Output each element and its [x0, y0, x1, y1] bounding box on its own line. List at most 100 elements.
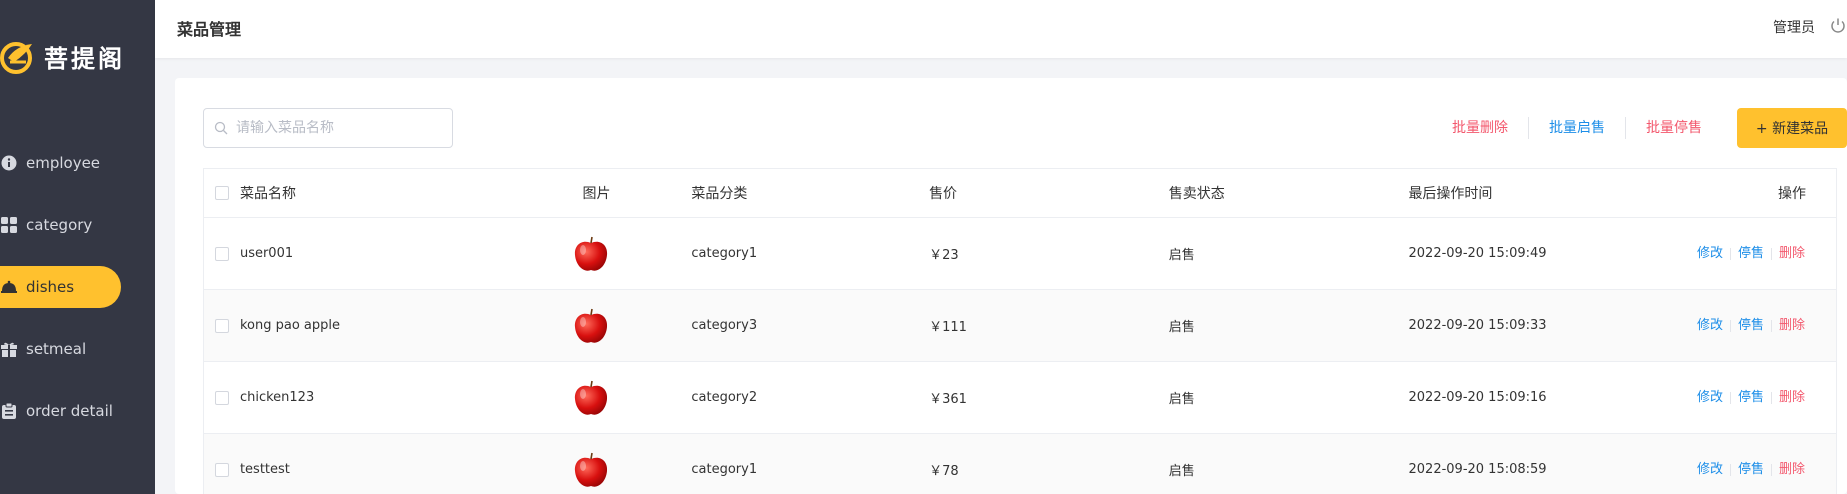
- info-icon: [0, 154, 18, 172]
- dish-updated-time: 2022-09-20 15:09:33: [1408, 318, 1547, 333]
- edit-button[interactable]: 修改: [1690, 462, 1730, 477]
- brand-logo[interactable]: 菩提阁: [0, 36, 125, 76]
- dish-status: 启售: [1168, 248, 1195, 263]
- batch-delete-button[interactable]: 批量删除: [1432, 117, 1528, 139]
- batch-enable-button[interactable]: 批量启售: [1529, 117, 1625, 139]
- dish-name: chicken123: [239, 390, 315, 405]
- batch-disable-button[interactable]: 批量停售: [1626, 117, 1722, 139]
- dish-cover-icon: [0, 278, 18, 296]
- edit-button[interactable]: 修改: [1690, 318, 1730, 333]
- edit-button[interactable]: 修改: [1690, 246, 1730, 261]
- column-header-price: 售价: [929, 186, 958, 202]
- column-header-actions: 操作: [1678, 183, 1836, 203]
- delete-button[interactable]: 删除: [1772, 390, 1812, 405]
- gift-icon: [0, 340, 18, 358]
- dish-name: user001: [239, 246, 294, 261]
- column-header-image-label: 图片: [582, 186, 611, 202]
- delete-button[interactable]: 删除: [1772, 462, 1812, 477]
- sidebar-item-label: setmeal: [26, 340, 87, 358]
- column-header-name: 菜品名称: [239, 186, 296, 202]
- dish-updated-time: 2022-09-20 15:08:59: [1408, 462, 1547, 477]
- row-actions: 修改 停售 删除: [1678, 318, 1836, 333]
- table-row: kong pao apple category3 ￥111 启售 2022-09…: [204, 290, 1836, 362]
- sidebar: 菩提阁 employee category dishes setmeal ord…: [0, 0, 155, 494]
- grid-icon: [0, 216, 18, 234]
- dish-image-cell: [570, 305, 690, 347]
- new-dish-button[interactable]: + 新建菜品: [1737, 108, 1847, 148]
- column-header-status: 售卖状态: [1168, 186, 1225, 202]
- dish-image-cell: [570, 233, 690, 275]
- table-row: user001 category1 ￥23 启售 2022-09-20 15:0…: [204, 218, 1836, 290]
- dish-name: kong pao apple: [239, 318, 340, 333]
- apple-image: [574, 236, 607, 271]
- search-icon: [214, 121, 228, 135]
- edit-button[interactable]: 修改: [1690, 390, 1730, 405]
- dish-image-cell: [570, 449, 690, 491]
- brand-name: 菩提阁: [44, 44, 125, 73]
- row-select-cell: [204, 246, 240, 261]
- table-header: 菜品名称 图片 菜品分类 售价 售卖状态 最后操作时间 操作: [204, 169, 1836, 218]
- sidebar-item-order-detail[interactable]: order detail: [0, 390, 121, 432]
- select-all-checkbox[interactable]: [214, 186, 229, 200]
- top-bar: 菜品管理 管理员: [155, 0, 1847, 58]
- column-header-image: 图片: [570, 183, 690, 203]
- page-title: 菜品管理: [177, 20, 242, 39]
- dish-price: ￥361: [929, 392, 967, 407]
- dish-category: category1: [691, 246, 758, 261]
- search-box[interactable]: [203, 108, 453, 148]
- apple-image: [574, 308, 607, 343]
- disable-button[interactable]: 停售: [1731, 246, 1771, 261]
- sidebar-item-label: dishes: [26, 278, 75, 296]
- sidebar-nav: employee category dishes setmeal order d…: [0, 142, 155, 452]
- dish-price: ￥111: [929, 320, 967, 335]
- dishes-table: 菜品名称 图片 菜品分类 售价 售卖状态 最后操作时间 操作 user001 c…: [203, 168, 1837, 494]
- sidebar-item-label: order detail: [26, 402, 113, 420]
- dish-name: testtest: [239, 462, 290, 477]
- dish-price: ￥23: [929, 248, 959, 263]
- row-checkbox[interactable]: [214, 246, 229, 261]
- dish-updated-time: 2022-09-20 15:09:16: [1408, 390, 1547, 405]
- dish-updated-time: 2022-09-20 15:09:49: [1408, 246, 1547, 261]
- row-actions: 修改 停售 删除: [1678, 462, 1836, 477]
- table-row: testtest category1 ￥78 启售 2022-09-20 15:…: [204, 434, 1836, 494]
- user-name[interactable]: 管理员: [1773, 17, 1815, 37]
- column-header-actions-label: 操作: [1778, 186, 1807, 202]
- disable-button[interactable]: 停售: [1731, 462, 1771, 477]
- delete-button[interactable]: 删除: [1772, 246, 1812, 261]
- sidebar-item-label: category: [26, 216, 93, 234]
- apple-image: [574, 452, 607, 487]
- dish-status: 启售: [1168, 464, 1195, 479]
- dish-category: category1: [691, 462, 758, 477]
- disable-button[interactable]: 停售: [1731, 390, 1771, 405]
- column-header-time: 最后操作时间: [1408, 186, 1493, 202]
- power-icon[interactable]: [1829, 17, 1847, 35]
- sidebar-item-employee[interactable]: employee: [0, 142, 121, 184]
- row-checkbox[interactable]: [214, 318, 229, 333]
- row-checkbox[interactable]: [214, 462, 229, 477]
- column-header-category: 菜品分类: [691, 186, 748, 202]
- disable-button[interactable]: 停售: [1731, 318, 1771, 333]
- table-row: chicken123 category2 ￥361 启售 2022-09-20 …: [204, 362, 1836, 434]
- delete-button[interactable]: 删除: [1772, 318, 1812, 333]
- select-all-cell: [204, 186, 240, 200]
- row-select-cell: [204, 390, 240, 405]
- sidebar-item-label: employee: [26, 154, 101, 172]
- dish-category: category3: [691, 318, 758, 333]
- dish-category: category2: [691, 390, 758, 405]
- sidebar-item-category[interactable]: category: [0, 204, 121, 246]
- toolbar-actions: 批量删除 批量启售 批量停售 + 新建菜品: [1432, 108, 1847, 148]
- row-select-cell: [204, 318, 240, 333]
- logo-icon: [0, 42, 32, 74]
- apple-image: [574, 380, 607, 415]
- dish-image-cell: [570, 377, 690, 419]
- sidebar-item-setmeal[interactable]: setmeal: [0, 328, 121, 370]
- clipboard-icon: [0, 402, 18, 420]
- dish-status: 启售: [1168, 392, 1195, 407]
- search-input[interactable]: [236, 120, 436, 136]
- row-actions: 修改 停售 删除: [1678, 390, 1836, 405]
- content-card: 批量删除 批量启售 批量停售 + 新建菜品 菜品名称 图片 菜品分类 售价 售卖…: [175, 78, 1847, 494]
- sidebar-item-dishes[interactable]: dishes: [0, 266, 121, 308]
- row-checkbox[interactable]: [214, 390, 229, 405]
- dish-status: 启售: [1168, 320, 1195, 335]
- row-actions: 修改 停售 删除: [1678, 246, 1836, 261]
